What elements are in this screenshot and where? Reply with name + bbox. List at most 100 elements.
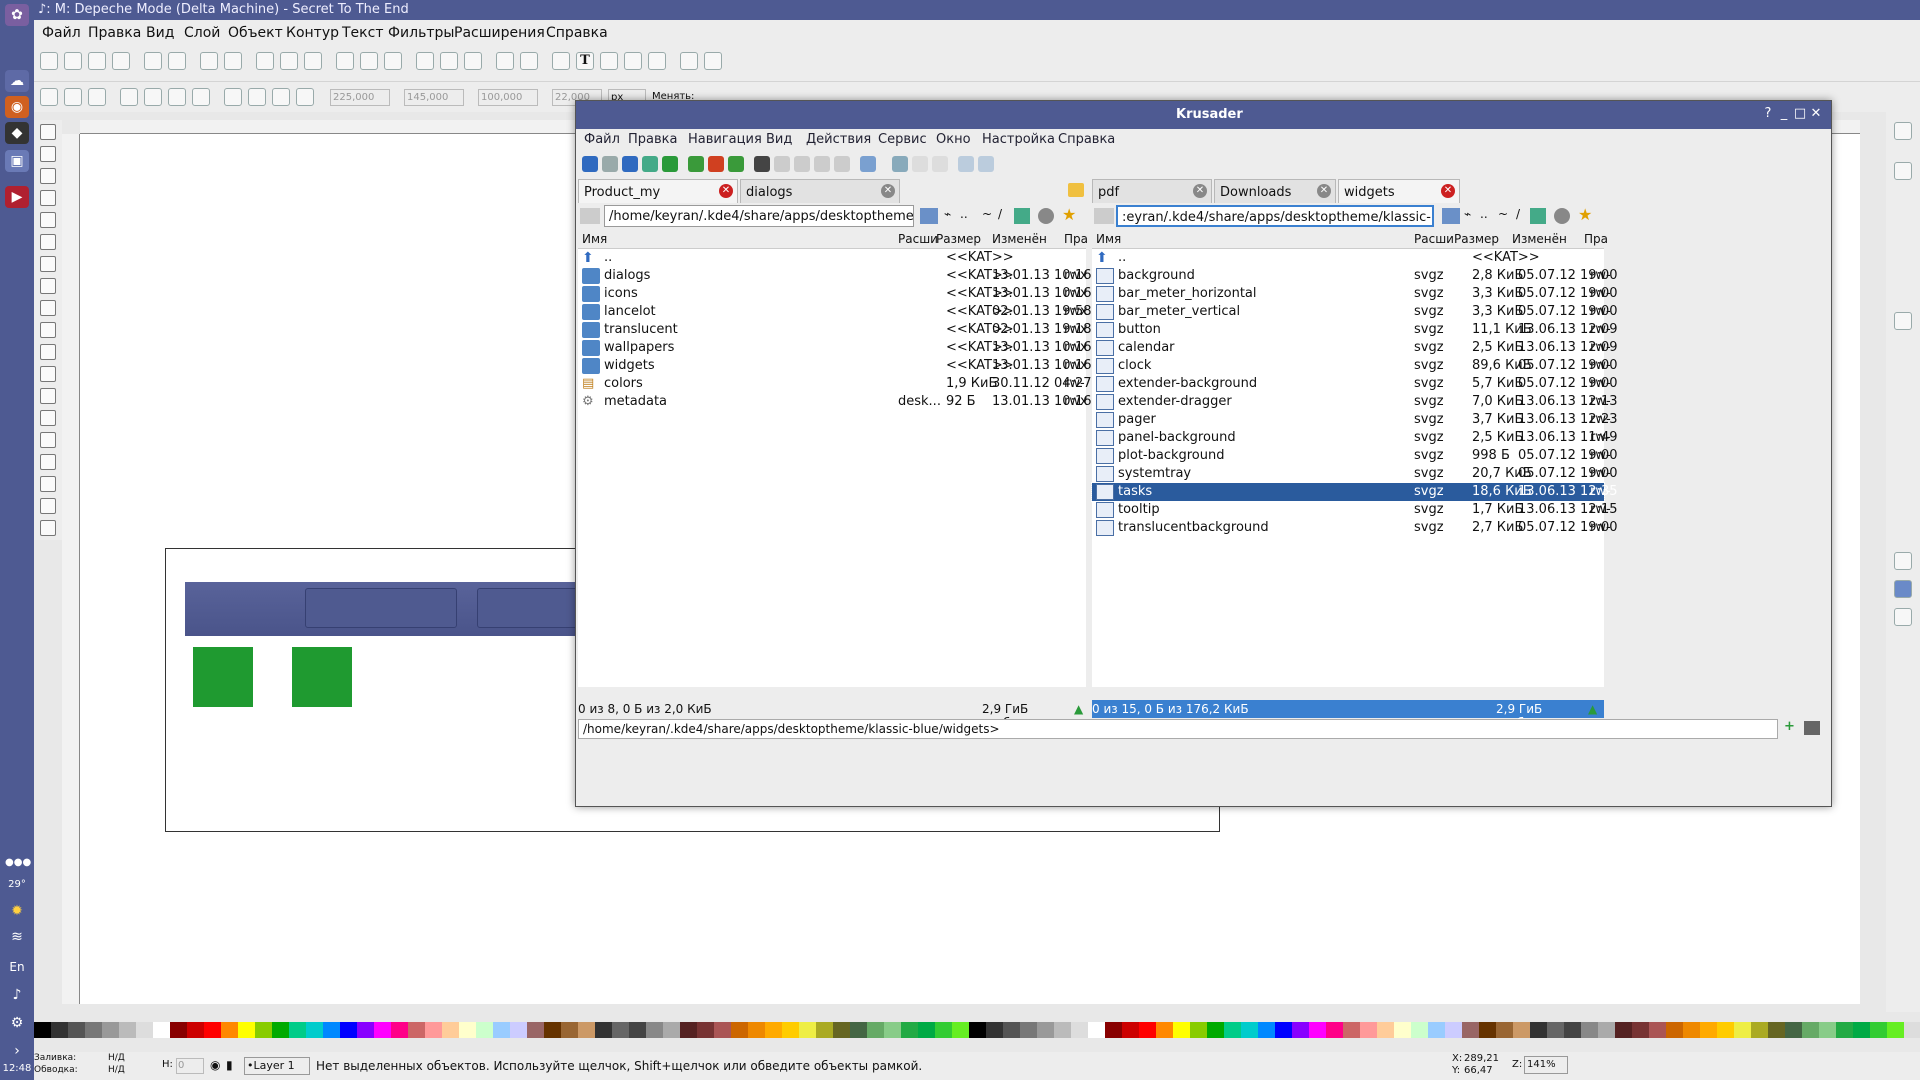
green-square-shape[interactable] xyxy=(292,647,352,707)
layer-select[interactable]: •Layer 1 xyxy=(244,1057,310,1075)
palette-swatch[interactable] xyxy=(510,1022,527,1038)
unlink-clone-icon[interactable] xyxy=(464,52,482,70)
kmenu-help[interactable]: Справка xyxy=(1058,132,1115,147)
palette-swatch[interactable] xyxy=(1411,1022,1428,1038)
lower-icon[interactable] xyxy=(272,88,290,106)
palette-swatch[interactable] xyxy=(663,1022,680,1038)
eraser-tool-icon[interactable] xyxy=(40,432,56,448)
palette-swatch[interactable] xyxy=(1768,1022,1785,1038)
palette-swatch[interactable] xyxy=(1870,1022,1887,1038)
kmenu-window[interactable]: Окно xyxy=(936,132,971,147)
palette-swatch[interactable] xyxy=(1105,1022,1122,1038)
palette-swatch[interactable] xyxy=(1020,1022,1037,1038)
layers-icon[interactable]: ≋ xyxy=(5,926,29,948)
palette-swatch[interactable] xyxy=(1819,1022,1836,1038)
palette-swatch[interactable] xyxy=(1207,1022,1224,1038)
zoom-page-icon[interactable] xyxy=(384,52,402,70)
color-palette[interactable] xyxy=(34,1022,1920,1038)
palette-swatch[interactable] xyxy=(935,1022,952,1038)
palette-swatch[interactable] xyxy=(1377,1022,1394,1038)
palette-swatch[interactable] xyxy=(765,1022,782,1038)
media-menu-icon[interactable] xyxy=(580,208,600,224)
close-tab-icon[interactable]: ✕ xyxy=(1317,184,1331,198)
menu-path[interactable]: Контур xyxy=(286,25,339,41)
tab-downloads[interactable]: Downloads ✕ xyxy=(1214,179,1336,203)
rectangle-tool-icon[interactable] xyxy=(40,212,56,228)
tweak-tool-icon[interactable] xyxy=(40,168,56,184)
ellipse-tool-icon[interactable] xyxy=(40,256,56,272)
palette-swatch[interactable] xyxy=(850,1022,867,1038)
maximize-icon[interactable]: □ xyxy=(1792,106,1808,122)
palette-swatch[interactable] xyxy=(1802,1022,1819,1038)
vertical-ruler[interactable] xyxy=(62,134,80,1004)
root-icon[interactable]: ⌁ xyxy=(944,207,951,221)
zoom-selection-icon[interactable] xyxy=(336,52,354,70)
file-row[interactable]: background svgz 2,8 КиБ 05.07.12 19:00 rw- xyxy=(1092,267,1618,285)
dropper-tool-icon[interactable] xyxy=(40,498,56,514)
refresh-icon[interactable] xyxy=(662,156,678,172)
undo-icon[interactable] xyxy=(200,52,218,70)
palette-swatch[interactable] xyxy=(1309,1022,1326,1038)
right-file-list[interactable]: ⬆.. <<KAT>> background svgz 2,8 КиБ 05.07.12 … xyxy=(1091,249,1618,687)
palette-swatch[interactable] xyxy=(1292,1022,1309,1038)
new-file-icon[interactable] xyxy=(774,156,790,172)
copy-icon[interactable] xyxy=(256,52,274,70)
spray-tool-icon[interactable] xyxy=(40,410,56,426)
close-icon[interactable]: ✕ xyxy=(1808,106,1824,122)
network-icon[interactable]: ⚙ xyxy=(5,1012,29,1034)
forward-icon[interactable] xyxy=(602,156,618,172)
close-tab-icon[interactable]: ✕ xyxy=(719,184,733,198)
bookmark-star-icon[interactable]: ★ xyxy=(1062,205,1076,224)
move-icon[interactable] xyxy=(814,156,830,172)
file-row[interactable]: panel-background svgz 2,5 КиБ 13.06.13 11:4… xyxy=(1092,429,1618,447)
file-row[interactable]: translucent <<KAT>> 02.01.13 19:18 rwx xyxy=(578,321,1092,339)
duplicate-icon[interactable] xyxy=(416,52,434,70)
clock[interactable]: 12:48 xyxy=(0,1058,34,1080)
palette-swatch[interactable] xyxy=(119,1022,136,1038)
menu-view[interactable]: Вид xyxy=(146,25,174,41)
text-tool-icon[interactable] xyxy=(40,388,56,404)
drawing-button-shape[interactable] xyxy=(305,588,457,628)
redo-icon[interactable] xyxy=(224,52,242,70)
fill-value[interactable]: Н/Д xyxy=(108,1053,125,1063)
col-size[interactable]: Размер xyxy=(936,232,981,246)
lock-icon[interactable]: ▮ xyxy=(226,1058,233,1072)
palette-swatch[interactable] xyxy=(1547,1022,1564,1038)
x-field[interactable]: 225,000 xyxy=(330,89,390,106)
palette-swatch[interactable] xyxy=(1632,1022,1649,1038)
palette-swatch[interactable] xyxy=(527,1022,544,1038)
paste-icon[interactable] xyxy=(304,52,322,70)
palette-swatch[interactable] xyxy=(1836,1022,1853,1038)
file-row[interactable]: plot-background svgz 998 Б 05.07.12 19:00 rw… xyxy=(1092,447,1618,465)
search-icon[interactable] xyxy=(754,156,770,172)
palette-swatch[interactable] xyxy=(68,1022,85,1038)
eye-icon[interactable]: ◉ xyxy=(210,1058,220,1072)
gradient-tool-icon[interactable] xyxy=(40,476,56,492)
palette-swatch[interactable] xyxy=(102,1022,119,1038)
close-tab-icon[interactable]: ✕ xyxy=(881,184,895,198)
palette-swatch[interactable] xyxy=(357,1022,374,1038)
file-row[interactable]: extender-dragger svgz 7,0 КиБ 13.06.13 12:1… xyxy=(1092,393,1618,411)
palette-swatch[interactable] xyxy=(391,1022,408,1038)
edit-icon[interactable] xyxy=(834,156,850,172)
star-tool-icon[interactable] xyxy=(40,278,56,294)
palette-swatch[interactable] xyxy=(1445,1022,1462,1038)
palette-swatch[interactable] xyxy=(1530,1022,1547,1038)
cut-icon[interactable] xyxy=(280,52,298,70)
bookmark-star-icon[interactable]: ★ xyxy=(1578,205,1592,224)
palette-swatch[interactable] xyxy=(153,1022,170,1038)
snap-grid-icon[interactable] xyxy=(1894,580,1912,598)
col-name[interactable]: Имя xyxy=(1096,232,1121,246)
tab-dialogs[interactable]: dialogs ✕ xyxy=(740,179,900,203)
palette-swatch[interactable] xyxy=(136,1022,153,1038)
layers-dialog-icon[interactable] xyxy=(600,52,618,70)
pencil-tool-icon[interactable] xyxy=(40,322,56,338)
krusader-icon[interactable]: ▣ xyxy=(5,150,29,172)
history-dir-icon[interactable] xyxy=(1554,208,1570,224)
palette-swatch[interactable] xyxy=(1513,1022,1530,1038)
pen-tool-icon[interactable] xyxy=(40,344,56,360)
palette-swatch[interactable] xyxy=(595,1022,612,1038)
up-icon[interactable] xyxy=(622,156,638,172)
drawing-bar-shape[interactable] xyxy=(185,582,605,636)
menu-text[interactable]: Текст xyxy=(342,25,383,41)
